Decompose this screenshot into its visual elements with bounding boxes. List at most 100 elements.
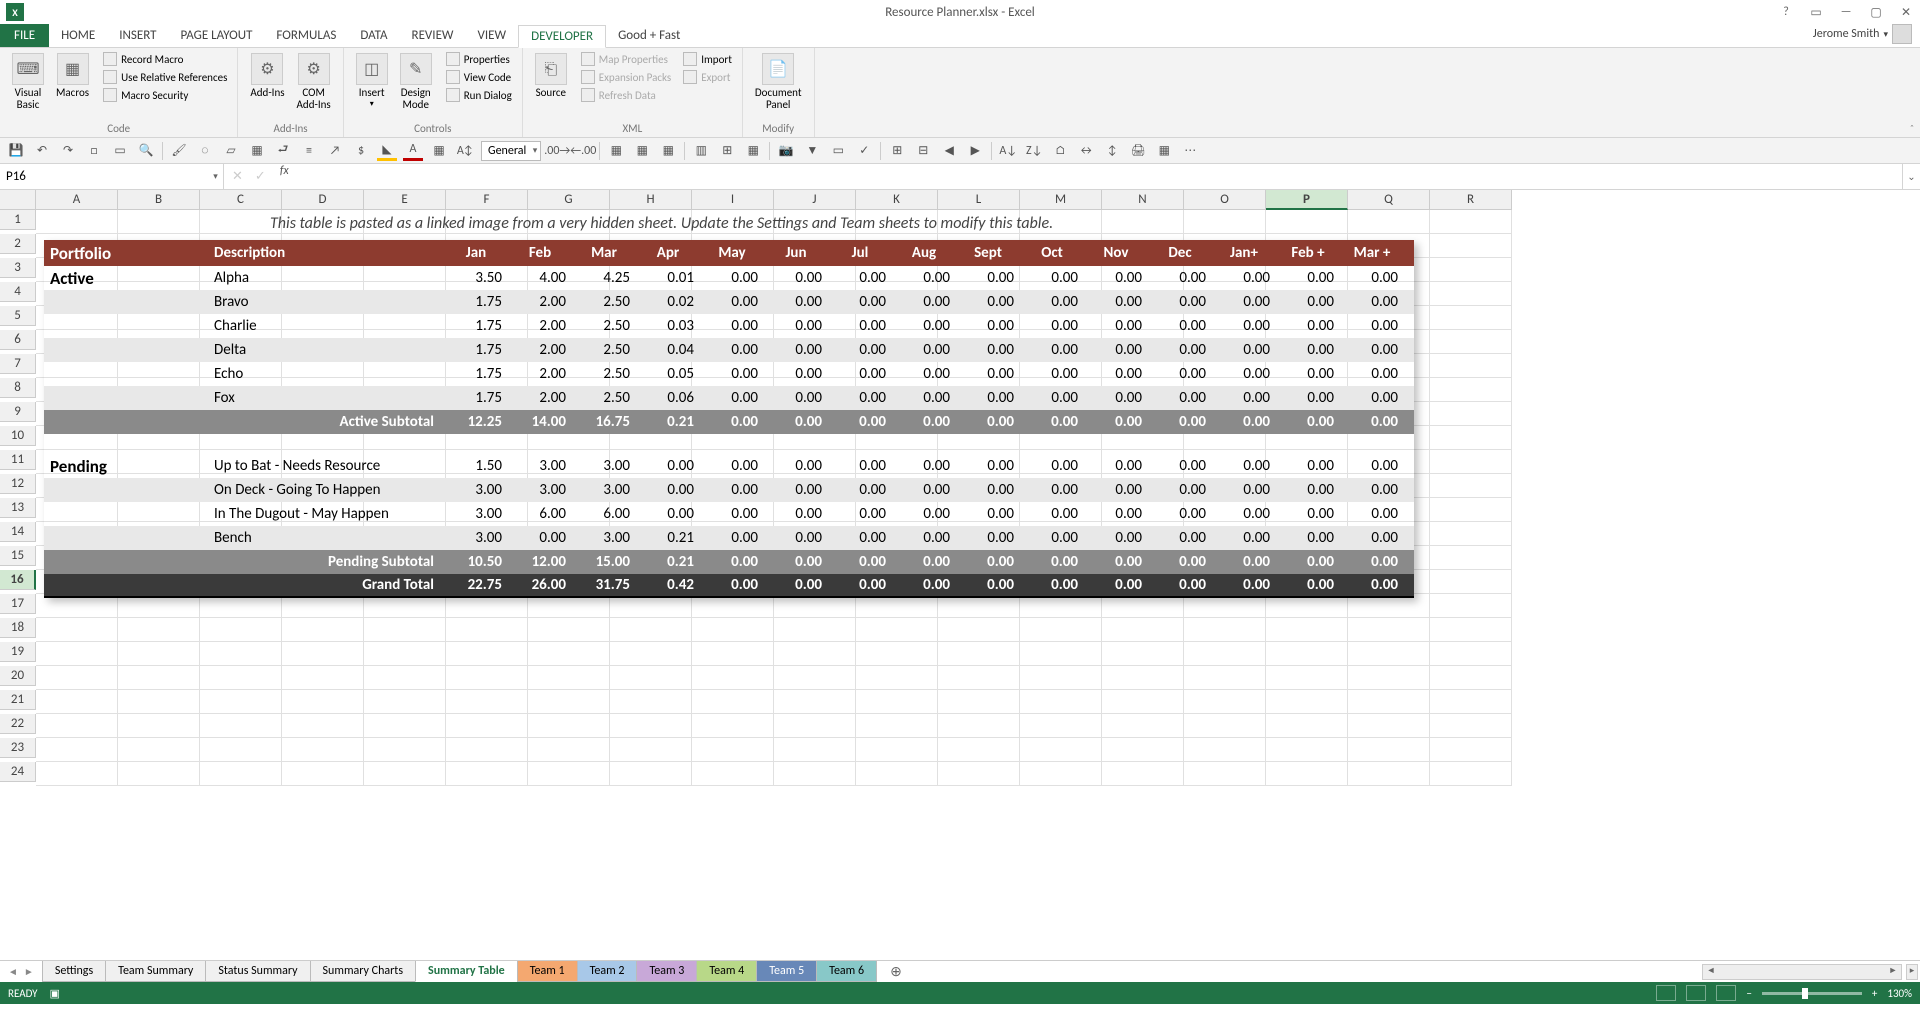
cell-E21[interactable] [364,690,446,714]
outdent-icon[interactable]: ◀ [939,141,959,161]
macro-record-status-icon[interactable]: ▣ [50,987,60,1000]
design-mode-button[interactable]: ✎ Design Mode [396,51,436,113]
cell-R21[interactable] [1430,690,1512,714]
cell-R4[interactable] [1430,282,1512,306]
cell-A23[interactable] [36,738,118,762]
cell-R2[interactable] [1430,234,1512,258]
macro-security-button[interactable]: Macro Security [101,87,229,103]
worksheet-grid[interactable]: ABCDEFGHIJKLMNOPQR1234567891011121314151… [0,190,1920,960]
sort-desc-icon[interactable]: Z↓ [1024,141,1044,161]
cell-E19[interactable] [364,642,446,666]
cell-I24[interactable] [692,762,774,786]
cell-Q19[interactable] [1348,642,1430,666]
tab-view[interactable]: VIEW [466,24,519,47]
row-header-24[interactable]: 24 [0,762,36,782]
column-header-M[interactable]: M [1020,190,1102,210]
row-header-20[interactable]: 20 [0,666,36,686]
cell-N1[interactable] [1102,210,1184,234]
cell-M20[interactable] [1020,666,1102,690]
row-header-16[interactable]: 16 [0,570,36,590]
cell-B18[interactable] [118,618,200,642]
name-box[interactable]: ▾ [0,164,224,189]
cell-G18[interactable] [528,618,610,642]
cell-F23[interactable] [446,738,528,762]
xml-source-button[interactable]: ⎗ Source [531,51,571,103]
cell-I22[interactable] [692,714,774,738]
cell-D19[interactable] [282,642,364,666]
cell-K24[interactable] [856,762,938,786]
user-account[interactable]: Jerome Smith ▾ [1813,24,1912,44]
select-icon[interactable]: ▭ [828,141,848,161]
cell-L18[interactable] [938,618,1020,642]
cell-O22[interactable] [1184,714,1266,738]
column-header-J[interactable]: J [774,190,856,210]
column-header-A[interactable]: A [36,190,118,210]
cell-J22[interactable] [774,714,856,738]
row-header-2[interactable]: 2 [0,234,36,254]
cell-A24[interactable] [36,762,118,786]
cell-O21[interactable] [1184,690,1266,714]
cell-I21[interactable] [692,690,774,714]
cell-D18[interactable] [282,618,364,642]
group-icon[interactable]: ⊞ [887,141,907,161]
row-header-5[interactable]: 5 [0,306,36,326]
sheet-tab-team-4[interactable]: Team 4 [696,961,757,982]
freeze-icon[interactable]: ▥ [691,141,711,161]
cell-D24[interactable] [282,762,364,786]
column-header-L[interactable]: L [938,190,1020,210]
cell-B22[interactable] [118,714,200,738]
cell-R18[interactable] [1430,618,1512,642]
zoom-slider[interactable] [1762,992,1862,995]
cell-I23[interactable] [692,738,774,762]
cell-H23[interactable] [610,738,692,762]
tab-developer[interactable]: DEVELOPER [518,25,606,48]
pivot-icon[interactable]: ▦ [1154,141,1174,161]
sheet-tab-settings[interactable]: Settings [42,961,106,982]
sheet-tab-team-6[interactable]: Team 6 [816,961,877,982]
cell-H24[interactable] [610,762,692,786]
cell-R8[interactable] [1430,378,1512,402]
row-header-3[interactable]: 3 [0,258,36,278]
cell-A18[interactable] [36,618,118,642]
sheet-tab-status-summary[interactable]: Status Summary [205,961,310,982]
cell-R16[interactable] [1430,570,1512,594]
column-header-N[interactable]: N [1102,190,1184,210]
cell-G24[interactable] [528,762,610,786]
cell-R13[interactable] [1430,498,1512,522]
collapse-ribbon-icon[interactable]: ˆ [1910,122,1914,135]
save-icon[interactable]: 💾 [6,141,26,161]
cell-L20[interactable] [938,666,1020,690]
row-header-14[interactable]: 14 [0,522,36,542]
page-layout-view-icon[interactable] [1686,985,1706,1001]
cell-K22[interactable] [856,714,938,738]
cell-R14[interactable] [1430,522,1512,546]
sort-asc-icon[interactable]: A↓ [998,141,1018,161]
minimize-icon[interactable]: — [1836,4,1856,20]
cell-C24[interactable] [200,762,282,786]
column-header-R[interactable]: R [1430,190,1512,210]
cell-A20[interactable] [36,666,118,690]
fill-color-icon[interactable]: ◣ [377,141,397,161]
align-icon[interactable]: ≡ [299,141,319,161]
cell-A19[interactable] [36,642,118,666]
cell-O24[interactable] [1184,762,1266,786]
cell-M23[interactable] [1020,738,1102,762]
cell-R3[interactable] [1430,258,1512,282]
ungroup-icon[interactable]: ⊟ [913,141,933,161]
cell-P18[interactable] [1266,618,1348,642]
sheet-tab-team-summary[interactable]: Team Summary [105,961,206,982]
cell-E18[interactable] [364,618,446,642]
cell-R10[interactable] [1430,426,1512,450]
column-header-E[interactable]: E [364,190,446,210]
increase-decimal-icon[interactable]: .00→ [547,141,567,161]
cell-O20[interactable] [1184,666,1266,690]
row-header-22[interactable]: 22 [0,714,36,734]
select-all-corner[interactable] [0,190,36,210]
cell-B21[interactable] [118,690,200,714]
row-header-10[interactable]: 10 [0,426,36,446]
camera-icon[interactable]: 📷 [776,141,796,161]
enter-formula-icon[interactable]: ✓ [255,169,266,184]
cell-B23[interactable] [118,738,200,762]
scroll-left-icon[interactable]: ◄ [1703,965,1719,979]
cell-Q18[interactable] [1348,618,1430,642]
